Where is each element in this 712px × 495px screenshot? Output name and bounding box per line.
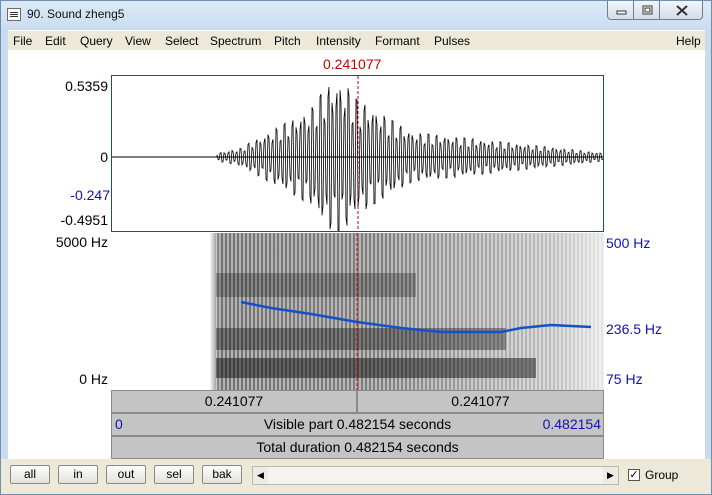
spectrogram-min-freq-label: 0 Hz xyxy=(79,371,108,387)
pitch-min-label: 75 Hz xyxy=(606,371,643,387)
menu-bar: File Edit Query View Select Spectrum Pit… xyxy=(8,30,705,51)
zoom-all-button[interactable]: all xyxy=(10,465,50,484)
spectrogram-panel[interactable] xyxy=(111,233,604,390)
waveform-max-label: 0.5359 xyxy=(65,78,108,94)
waveform-min-label: -0.4951 xyxy=(60,212,108,228)
formant-band-3 xyxy=(216,273,416,297)
minimize-button[interactable] xyxy=(607,1,634,20)
horizontal-scrollbar[interactable]: ◀ ▶ xyxy=(252,466,619,485)
menu-file[interactable]: File xyxy=(13,34,32,48)
segment-left-bar[interactable]: 0.241077 xyxy=(111,390,357,413)
group-label: Group xyxy=(645,468,679,482)
menu-select[interactable]: Select xyxy=(165,34,198,48)
scroll-left-arrow-icon[interactable]: ◀ xyxy=(253,467,268,484)
menu-pulses[interactable]: Pulses xyxy=(434,34,470,48)
editor-window: 90. Sound zheng5 File Edit Query View Se… xyxy=(0,0,712,495)
window-title: 90. Sound zheng5 xyxy=(27,7,125,21)
menu-view[interactable]: View xyxy=(125,34,151,48)
visible-part-bar[interactable]: 0 Visible part 0.482154 seconds 0.482154 xyxy=(111,413,604,436)
menu-pitch[interactable]: Pitch xyxy=(274,34,301,48)
close-button[interactable] xyxy=(659,1,703,20)
menu-formant[interactable]: Formant xyxy=(375,34,420,48)
checkmark-icon: ✓ xyxy=(629,469,639,481)
sound-view: 0.241077 0.5359 0 -0.247 -0.4951 5000 Hz… xyxy=(8,50,705,488)
zoom-to-selection-button[interactable]: sel xyxy=(154,465,194,484)
segment-left-label: 0.241077 xyxy=(204,393,264,409)
menu-edit[interactable]: Edit xyxy=(45,34,66,48)
title-bar[interactable]: 90. Sound zheng5 xyxy=(1,1,711,29)
menu-spectrum[interactable]: Spectrum xyxy=(210,34,261,48)
close-icon xyxy=(676,5,688,16)
formant-band-2 xyxy=(216,358,536,378)
menu-intensity[interactable]: Intensity xyxy=(316,34,361,48)
visible-end-label: 0.482154 xyxy=(542,416,601,432)
maximize-button[interactable] xyxy=(633,1,660,20)
group-checkbox[interactable]: ✓ xyxy=(628,469,640,481)
segment-right-label: 0.241077 xyxy=(451,393,510,409)
menu-help[interactable]: Help xyxy=(676,34,701,48)
zoom-out-button[interactable]: out xyxy=(106,465,146,484)
spectrogram-max-freq-label: 5000 Hz xyxy=(55,234,108,250)
zoom-back-button[interactable]: bak xyxy=(202,465,242,484)
pitch-cursor-label: 236.5 Hz xyxy=(606,321,663,337)
app-icon xyxy=(7,8,21,21)
waveform-cursor-value-label: -0.247 xyxy=(70,187,110,203)
visible-part-label: Visible part 0.482154 seconds xyxy=(263,416,452,432)
waveform-panel[interactable] xyxy=(111,75,604,232)
scroll-right-arrow-icon[interactable]: ▶ xyxy=(603,467,618,484)
minimize-icon xyxy=(616,10,627,15)
segment-right-bar[interactable]: 0.241077 xyxy=(357,390,604,413)
zoom-in-button[interactable]: in xyxy=(58,465,98,484)
restore-icon xyxy=(642,5,653,15)
menu-query[interactable]: Query xyxy=(80,34,113,48)
cursor-time-label: 0.241077 xyxy=(323,56,382,72)
bottom-toolbar: all in out sel bak ◀ ▶ ✓ Group xyxy=(1,459,711,494)
total-duration-label: Total duration 0.482154 seconds xyxy=(256,439,459,455)
pitch-max-label: 500 Hz xyxy=(606,235,651,251)
total-duration-bar[interactable]: Total duration 0.482154 seconds xyxy=(111,436,604,459)
waveform-zero-label: 0 xyxy=(100,149,108,165)
